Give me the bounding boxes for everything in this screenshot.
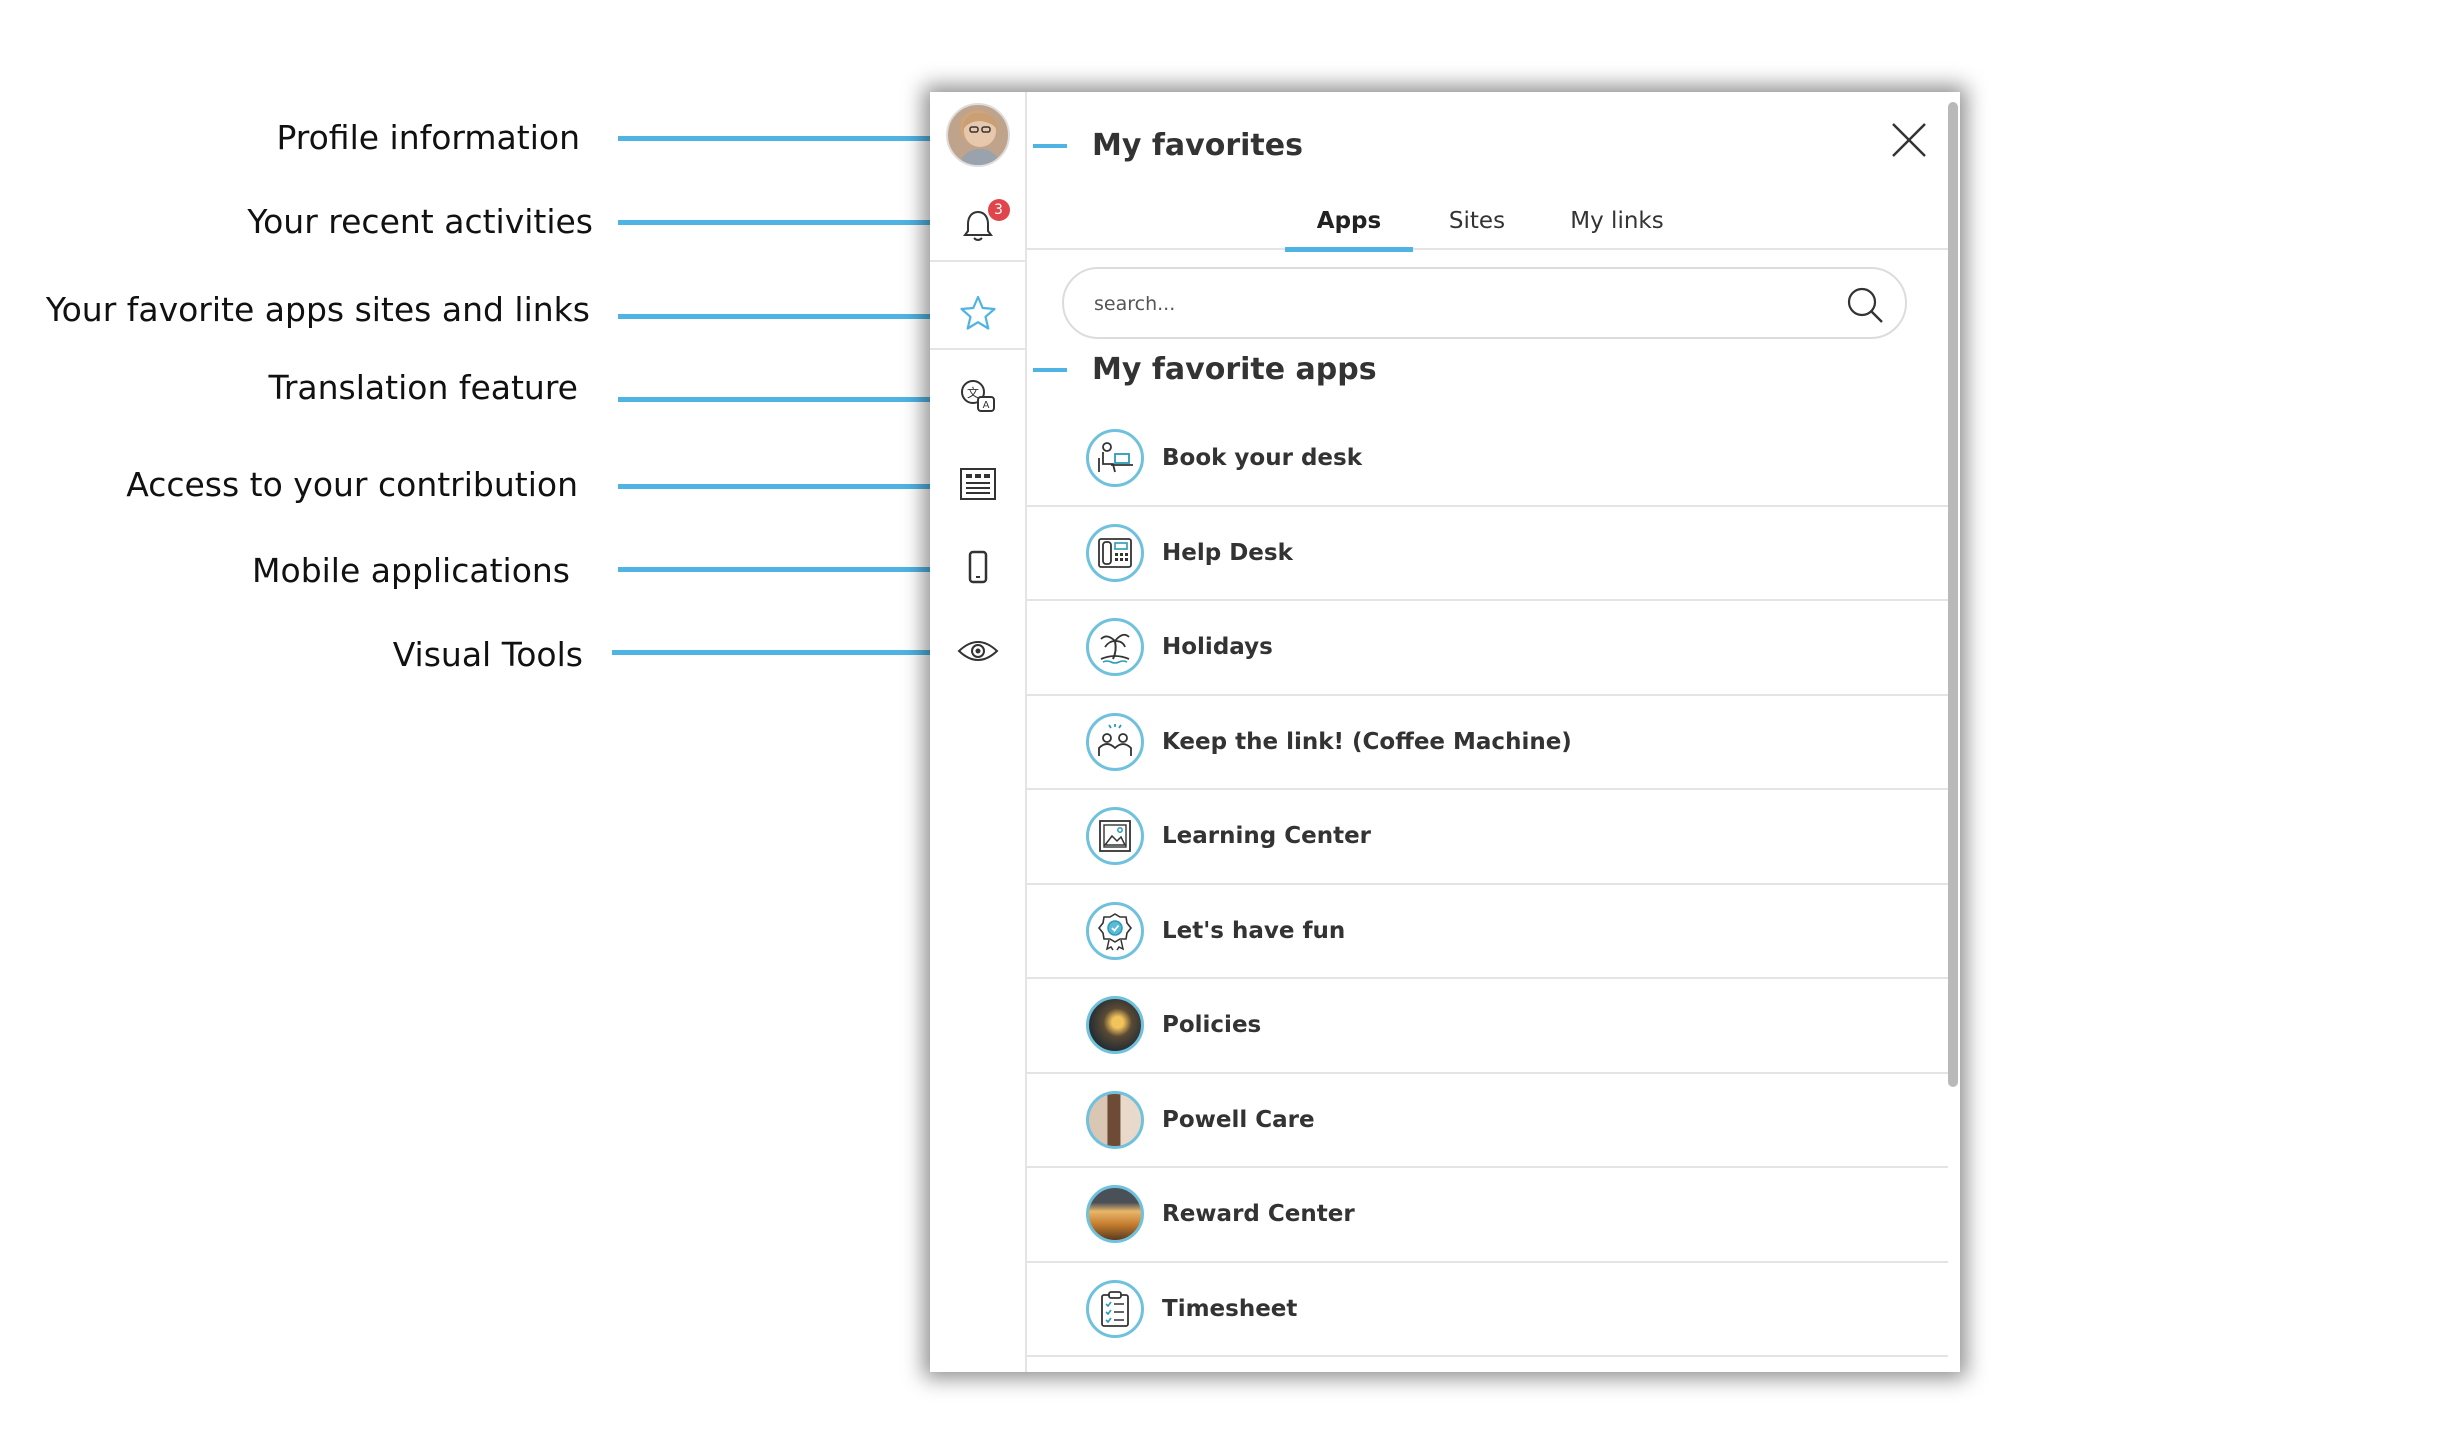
tab-sites[interactable]: Sites (1427, 200, 1527, 250)
page-title: My favorites (1092, 128, 1303, 163)
side-rail: 3 文 A (930, 92, 1027, 1372)
app-label: Timesheet (1162, 1295, 1298, 1322)
list-item[interactable]: Timesheet (1027, 1263, 1948, 1357)
callout-contribution: Access to your contribution (126, 465, 578, 504)
rail-favorites[interactable] (930, 278, 1025, 348)
rail-visual-tools[interactable] (930, 616, 1025, 686)
app-label: Book your desk (1162, 445, 1363, 472)
policies-photo (1086, 996, 1144, 1055)
palm-tree-icon (1086, 618, 1144, 677)
app-label: Let's have fun (1162, 917, 1346, 944)
favorites-panel: 3 文 A My favorites Apps Sites My links s… (930, 92, 1960, 1372)
app-label: Holidays (1162, 634, 1273, 661)
callout-arrow (618, 307, 960, 325)
apps-list: Book your desk Help Desk Holidays Keep t… (1027, 412, 1948, 1357)
app-label: Powell Care (1162, 1106, 1315, 1133)
rail-divider (930, 348, 1025, 350)
avatar[interactable] (945, 103, 1010, 167)
mobile-icon (968, 550, 987, 584)
list-item[interactable]: Policies (1027, 979, 1948, 1074)
award-icon (1086, 901, 1144, 960)
picture-icon (1086, 807, 1144, 866)
care-photo (1086, 1090, 1144, 1149)
callout-mobile-applications: Mobile applications (252, 551, 570, 590)
app-label: Reward Center (1162, 1201, 1355, 1228)
list-item[interactable]: Keep the link! (Coffee Machine) (1027, 696, 1948, 790)
bell-wrapper: 3 (960, 199, 1010, 243)
callout-recent-activities: Your recent activities (247, 202, 593, 241)
section-title: My favorite apps (1092, 352, 1377, 387)
notification-badge: 3 (987, 199, 1010, 221)
phone-icon (1086, 523, 1144, 582)
callout-visual-tools: Visual Tools (392, 635, 583, 674)
avatar-portrait-icon (958, 112, 1001, 165)
svg-text:文: 文 (966, 385, 978, 400)
app-label: Policies (1162, 1012, 1262, 1039)
list-item[interactable]: Let's have fun (1027, 885, 1948, 979)
translate-icon: 文 A (960, 380, 995, 412)
rail-translation[interactable]: 文 A (930, 362, 1025, 432)
close-icon (1892, 123, 1926, 157)
callout-arrow (618, 390, 960, 408)
scrollbar[interactable] (1948, 102, 1958, 1087)
callout-translation: Translation feature (268, 368, 578, 407)
search-icon[interactable] (1845, 285, 1885, 325)
desk-icon (1086, 429, 1144, 488)
list-item[interactable]: Powell Care (1027, 1074, 1948, 1168)
clipboard-icon (1086, 1279, 1144, 1338)
search-input[interactable] (1094, 285, 1834, 323)
callout-arrow (618, 129, 960, 147)
list-item[interactable]: Reward Center (1027, 1168, 1948, 1263)
section-accent (1033, 368, 1067, 372)
rail-notifications[interactable]: 3 (930, 190, 1025, 260)
star-icon (959, 295, 996, 330)
tab-my-links[interactable]: My links (1547, 200, 1687, 250)
eye-icon (957, 641, 998, 661)
list-item[interactable]: Help Desk (1027, 507, 1948, 601)
search-box (1062, 267, 1907, 339)
app-label: Help Desk (1162, 539, 1293, 566)
list-item[interactable]: Learning Center (1027, 790, 1948, 885)
favorites-main: My favorites Apps Sites My links My favo… (1027, 92, 1960, 1372)
callout-arrow (618, 477, 960, 495)
reward-photo (1086, 1185, 1144, 1244)
callout-arrow (618, 213, 960, 231)
people-icon (1086, 712, 1144, 771)
callout-profile-information: Profile information (276, 118, 580, 157)
rail-mobile[interactable] (930, 532, 1025, 602)
title-accent (1033, 144, 1067, 148)
list-item[interactable]: Book your desk (1027, 412, 1948, 507)
tab-apps[interactable]: Apps (1285, 200, 1413, 252)
contribution-icon (959, 468, 996, 500)
app-label: Keep the link! (Coffee Machine) (1162, 728, 1572, 755)
close-button[interactable] (1889, 120, 1929, 160)
app-label: Learning Center (1162, 823, 1372, 850)
callout-arrow (618, 560, 960, 578)
tab-bar: Apps Sites My links (1027, 200, 1948, 252)
rail-contribution[interactable] (930, 449, 1025, 519)
list-item[interactable]: Holidays (1027, 601, 1948, 696)
rail-divider (930, 260, 1025, 262)
svg-text:A: A (982, 400, 989, 411)
callout-favorites: Your favorite apps sites and links (45, 290, 590, 329)
callout-arrow (612, 643, 954, 661)
rail-profile[interactable] (930, 100, 1025, 170)
